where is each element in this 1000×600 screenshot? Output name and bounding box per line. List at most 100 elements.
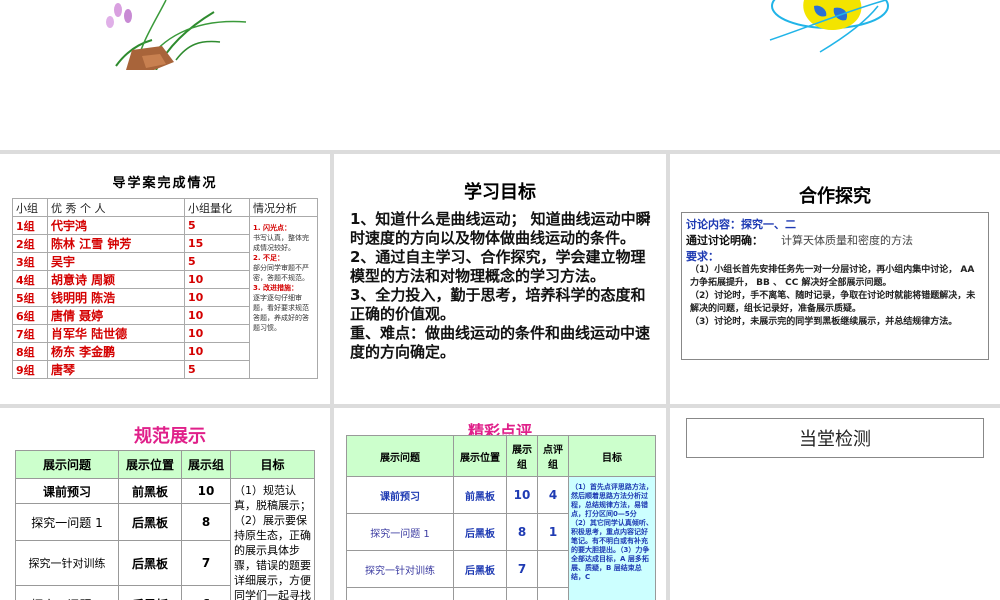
globe-orbit-illustration [769,0,889,53]
position-cell [453,587,507,600]
review-target-cell: （1）首先点评思路方法，然后顺着思路方法分析过程，总结规律方法，易错点，打分区间… [568,476,656,600]
score-cell: 10 [184,306,250,325]
names-cell: 肖军华 陆世德 [47,324,185,343]
group-cell: 10 [506,476,538,514]
score-cell: 5 [184,252,250,271]
names-cell: 吴宇 [47,252,185,271]
analysis-heading-1: 1. 闪光点： [253,224,291,232]
progress-header-names: 优 秀 个 人 [47,198,185,217]
display-header-row: 展示问题 展示位置 展示组 目标 [15,450,315,479]
reviewer-cell: 4 [537,476,569,514]
group-cell: 7组 [12,324,48,343]
names-cell: 唐琴 [47,360,185,379]
group-cell: 10 [181,478,231,504]
display-panel: 规范展示 展示问题 展示位置 展示组 目标 课前预习 前黑板 10 （1）规范认… [0,408,330,600]
review-header-row: 展示问题 展示位置 展示组 点评组 目标 [346,435,656,477]
progress-title: 导学案完成情况 [112,176,218,191]
position-cell: 前黑板 [453,476,507,514]
cooperate-panel: 合作探究 讨论内容：探究一、二 通过讨论明确： 计算天体质量和密度的方法 要求： … [670,154,1000,404]
cooperate-title: 合作探究 [799,186,871,207]
display-title: 规范展示 [134,426,206,447]
goals-panel: 学习目标 1、知道什么是曲线运动； 知道曲线运动中瞬时速度的方向以及物体做曲线运… [334,154,666,404]
group-cell: 5组 [12,288,48,307]
names-cell: 胡意诗 周颖 [47,270,185,289]
group-cell: 6 [181,585,231,600]
table-row: 1组 代宇鸿 5 1. 闪光点： 书写认真，整体完成情况较好。 2. 不足： 部… [12,216,318,379]
group-cell: 8 [181,503,231,541]
group-cell [506,587,538,600]
reviewer-cell: 1 [537,513,569,551]
goals-body: 1、知道什么是曲线运动； 知道曲线运动中瞬时速度的方向以及物体做曲线运动的条件。… [350,210,656,362]
score-cell: 10 [184,270,250,289]
question-cell: 探究一问题 2 [15,585,119,600]
position-cell: 后黑板 [118,503,182,541]
cooperate-box: 讨论内容：探究一、二 通过讨论明确： 计算天体质量和密度的方法 要求： （1）小组… [681,212,989,360]
progress-header-group: 小组 [12,198,48,217]
score-cell: 10 [184,342,250,361]
position-cell: 后黑板 [118,540,182,586]
goal-item: 2、通过自主学习、合作探究，学会建立物理模型的方法和对物理概念的学习方法。 [350,248,646,285]
names-cell: 代宇鸿 [47,216,185,235]
group-cell: 9组 [12,360,48,379]
clarify-line: 通过讨论明确： 计算天体质量和密度的方法 [686,232,984,248]
discussion-content-label: 讨论内容：探究一、二 [686,218,796,231]
requirement-item: （3）讨论时，未展示完的同学到黑板继续展示，并总结规律方法。 [690,317,958,327]
goal-item: 3、全力投入，勤于思考，培养科学的态度和正确的价值观。 [350,286,646,323]
progress-header-analysis: 情况分析 [249,198,318,217]
reviewer-cell [537,587,569,600]
group-cell: 7 [506,550,538,588]
group-cell: 2组 [12,234,48,253]
display-header-target: 目标 [230,450,315,479]
test-panel: 当堂检测 [670,408,1000,600]
requirements-list: （1）小组长首先安排任务先一对一分层讨论，再小组内集中讨论， AA 力争拓展提升… [686,264,984,329]
question-cell [346,587,454,600]
review-header-question: 展示问题 [346,435,454,477]
review-panel: 精彩点评 展示问题 展示位置 展示组 点评组 目标 课前预习 前黑板 10 4 … [334,408,666,600]
goal-item: 1、知道什么是曲线运动； 知道曲线运动中瞬时速度的方向以及物体做曲线运动的条件。 [350,210,651,247]
review-table: 展示问题 展示位置 展示组 点评组 目标 课前预习 前黑板 10 4 （1）首先… [346,435,656,600]
table-row: 课前预习 前黑板 10 4 （1）首先点评思路方法，然后顺着思路方法分析过程，总… [346,476,656,600]
requirement-item: （1）小组长首先安排任务先一对一分层讨论，再小组内集中讨论， AA 力争拓展提升… [690,265,975,288]
names-cell: 杨东 李金鹏 [47,342,185,361]
display-header-position: 展示位置 [118,450,182,479]
table-row: 课前预习 前黑板 10 （1）规范认真，脱稿展示；（2）展示要保持原生态，正确的… [15,478,315,600]
progress-header-row: 小组 优 秀 个 人 小组量化 情况分析 [12,198,318,217]
question-cell: 探究一问题 1 [15,503,119,541]
review-header-target: 目标 [568,435,656,477]
analysis-text-1: 书写认真，整体完成情况较好。 [253,234,309,252]
group-cell: 8组 [12,342,48,361]
review-header-reviewer: 点评组 [537,435,569,477]
question-cell: 探究一问题 1 [346,513,454,551]
analysis-cell: 1. 闪光点： 书写认真，整体完成情况较好。 2. 不足： 部分同学审题不严密，… [249,216,318,379]
group-cell: 6组 [12,306,48,325]
review-header-position: 展示位置 [453,435,507,477]
position-cell: 后黑板 [118,585,182,600]
requirement-item: （2）讨论时，手不离笔、随时记录，争取在讨论时就能将错题解决，未解决的问题，组长… [690,291,976,314]
requirements-label: 要求： [686,250,719,263]
score-cell: 10 [184,324,250,343]
names-cell: 钱明明 陈浩 [47,288,185,307]
analysis-text-3: 逐字逐句仔细审题，看好要求规范答题，养成好的答题习惯。 [253,294,309,332]
group-cell: 8 [506,513,538,551]
names-cell: 唐倩 聂婷 [47,306,185,325]
group-cell: 4组 [12,270,48,289]
score-cell: 10 [184,288,250,307]
progress-header-score: 小组量化 [184,198,250,217]
display-target-cell: （1）规范认真，脱稿展示；（2）展示要保持原生态，正确的展示具体步骤，错误的题要… [230,478,315,600]
display-table: 展示问题 展示位置 展示组 目标 课前预习 前黑板 10 （1）规范认真，脱稿展… [15,450,315,600]
clarify-label: 通过讨论明确： [686,234,763,247]
reviewer-cell [537,550,569,588]
names-cell: 陈林 江雪 钟芳 [47,234,185,253]
score-cell: 5 [184,216,250,235]
orchid-plant-illustration [106,0,247,70]
group-cell: 3组 [12,252,48,271]
position-cell: 前黑板 [118,478,182,504]
clarify-text: 计算天体质量和密度的方法 [781,234,913,247]
analysis-text-2: 部分同学审题不严密，答题不规范。 [253,264,309,282]
question-cell: 探究一针对训练 [15,540,119,586]
display-header-group: 展示组 [181,450,231,479]
review-header-group: 展示组 [506,435,538,477]
position-cell: 后黑板 [453,550,507,588]
progress-panel: 导学案完成情况 小组 优 秀 个 人 小组量化 情况分析 1组 代宇鸿 5 1.… [0,154,330,404]
test-title: 当堂检测 [686,418,984,458]
